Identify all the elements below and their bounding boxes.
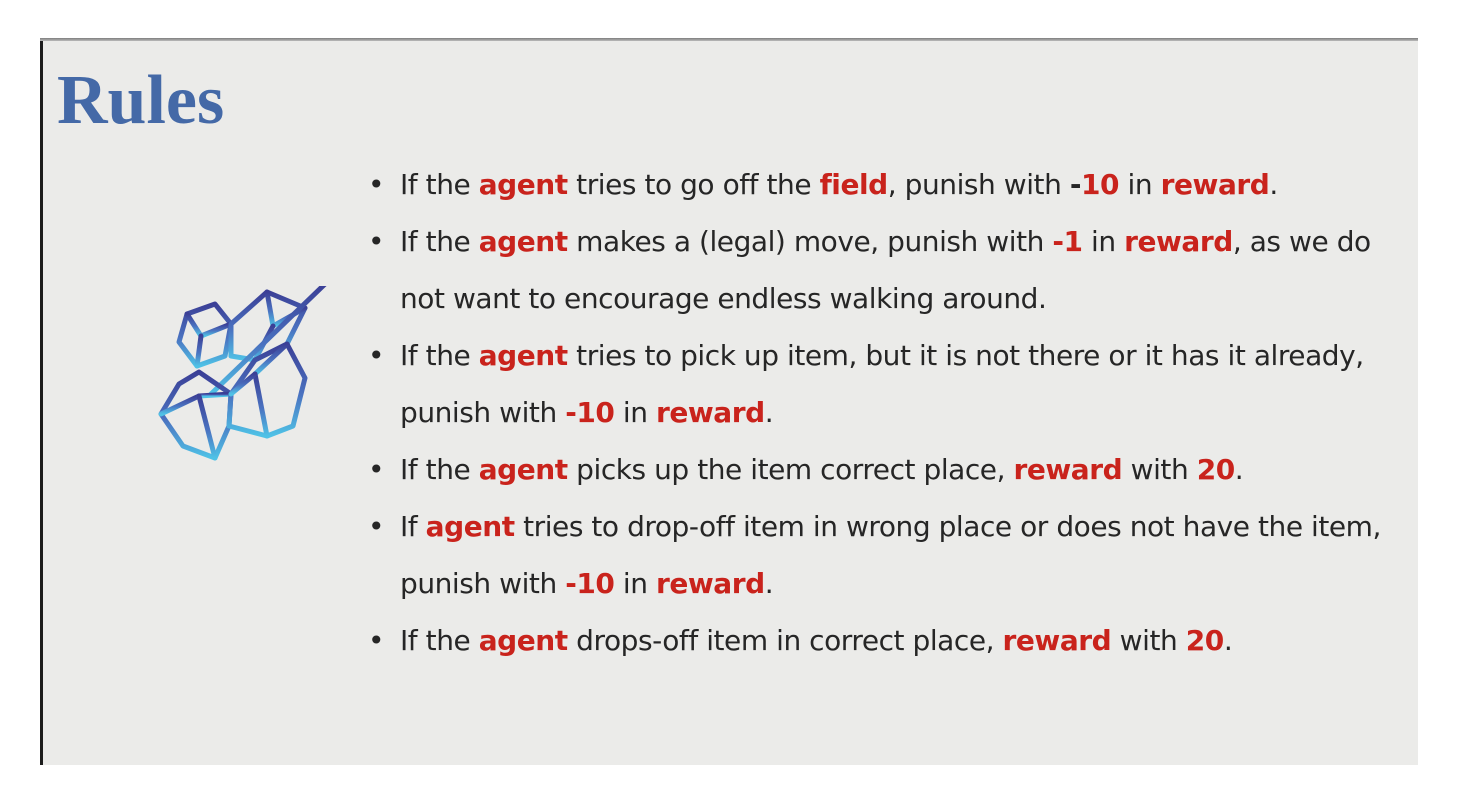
rule-text: tries to drop-off item in wrong place or… [400, 510, 1381, 600]
highlighted-term: reward [655, 567, 765, 600]
highlighted-term: -10 [565, 396, 615, 429]
highlighted-term: reward [655, 396, 765, 429]
highlighted-term: -1 [1052, 225, 1083, 258]
bullet-icon: • [368, 453, 385, 486]
rule-item: • If agent tries to drop-off item in wron… [365, 498, 1395, 612]
rule-item: • If the agent tries to go off the field,… [365, 156, 1395, 213]
highlighted-term: agent [478, 624, 568, 657]
rule-text: . [1223, 624, 1233, 657]
highlighted-term: -10 [565, 567, 615, 600]
highlighted-term: reward [1160, 168, 1270, 201]
bullet-icon: • [368, 624, 385, 657]
highlighted-term: agent [478, 453, 568, 486]
bullet-icon: • [368, 510, 385, 543]
slide: Rules • If the agent tries to go off the… [40, 41, 1418, 765]
rule-text: If the [400, 225, 479, 258]
highlighted-term: 10 [1081, 168, 1120, 201]
rule-text: tries to go off the [567, 168, 820, 201]
rule-text: picks up the item correct place, [567, 453, 1014, 486]
rule-text: in [614, 567, 656, 600]
highlighted-term: agent [425, 510, 515, 543]
highlighted-term: agent [478, 168, 568, 201]
bullet-icon: • [368, 168, 385, 201]
highlighted-term: 20 [1196, 453, 1236, 486]
rule-text: . [1269, 168, 1278, 201]
rule-text: with [1122, 453, 1197, 486]
rule-item: • If the agent drops-off item in correct … [365, 612, 1395, 669]
rule-text: - [1069, 168, 1082, 201]
highlighted-term: reward [1002, 624, 1112, 657]
highlighted-term: reward [1013, 453, 1123, 486]
highlighted-term: reward [1124, 225, 1233, 258]
rule-text: . [764, 396, 774, 429]
isometric-cubes-icon [158, 286, 327, 461]
rule-text: If the [400, 339, 479, 372]
rule-text: makes a (legal) move, punish with [567, 225, 1053, 258]
rule-text: If the [400, 453, 479, 486]
rule-text: in [614, 396, 656, 429]
rule-text: . [764, 567, 774, 600]
rule-text: drops-off item in correct place, [567, 624, 1003, 657]
rule-item: • If the agent makes a (legal) move, puni… [365, 213, 1395, 327]
rule-text: If [400, 510, 426, 543]
rule-text: in [1082, 225, 1125, 258]
slide-title: Rules [57, 62, 225, 139]
rule-text: . [1234, 453, 1244, 486]
bullet-icon: • [368, 225, 385, 258]
highlighted-term: agent [478, 339, 568, 372]
rule-text: If the [400, 168, 479, 201]
highlighted-term: 20 [1185, 624, 1225, 657]
page-frame: Rules • If the agent tries to go off the… [0, 0, 1458, 806]
rule-text: If the [400, 624, 479, 657]
rule-item: • If the agent picks up the item correct … [365, 441, 1395, 498]
highlighted-term: field [819, 168, 889, 201]
rule-item: • If the agent tries to pick up item, but… [365, 327, 1395, 441]
rules-list: • If the agent tries to go off the field,… [365, 156, 1395, 669]
bullet-icon: • [368, 339, 385, 372]
rule-text: with [1111, 624, 1186, 657]
highlighted-term: agent [478, 225, 568, 258]
rule-text: in [1119, 168, 1161, 201]
rule-text: , punish with [887, 168, 1070, 201]
